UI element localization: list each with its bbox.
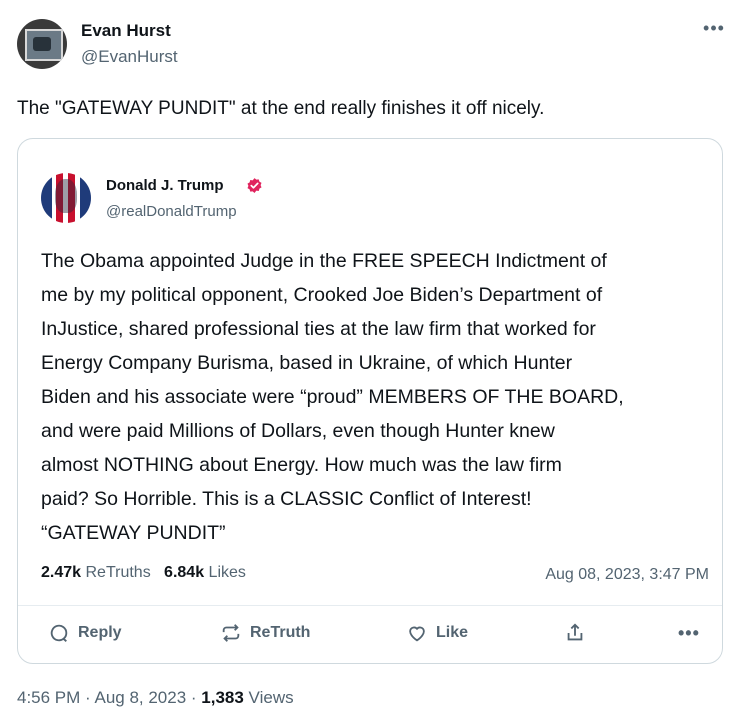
divider — [18, 605, 722, 606]
like-label: Like — [436, 624, 469, 641]
like-button[interactable]: Like — [406, 619, 468, 647]
retruths-count: 2.47k — [41, 564, 82, 581]
author-handle[interactable]: @EvanHurst — [81, 47, 178, 67]
share-button[interactable] — [564, 619, 586, 647]
views-label: Views — [243, 688, 294, 707]
verified-badge-icon — [247, 178, 262, 193]
quoted-author-name: Donald J. Trump — [106, 177, 224, 194]
ellipsis-icon: ••• — [703, 18, 725, 38]
tweet-meta: 4:56 PM · Aug 8, 2023 · 1,383 Views — [17, 688, 294, 708]
reply-bubble-icon — [50, 624, 68, 642]
tweet-timestamp[interactable]: 4:56 PM · Aug 8, 2023 · — [17, 688, 201, 707]
avatar[interactable] — [17, 19, 67, 69]
retruths-label: ReTruths — [85, 564, 151, 581]
quoted-post-body: The Obama appointed Judge in the FREE SP… — [41, 250, 624, 544]
quoted-avatar — [41, 173, 91, 223]
post-date: Aug 08, 2023, 3:47 PM — [545, 566, 709, 583]
quoted-more-button[interactable]: ••• — [678, 619, 700, 647]
quoted-author-handle: @realDonaldTrump — [106, 203, 237, 220]
more-options-button[interactable]: ••• — [700, 14, 728, 42]
likes-count: 6.84k — [164, 564, 205, 581]
ellipsis-icon: ••• — [678, 622, 700, 643]
reply-label: Reply — [78, 624, 122, 641]
likes-label: Likes — [208, 564, 246, 581]
tweet-text: The "GATEWAY PUNDIT" at the end really f… — [17, 98, 545, 119]
retruth-label: ReTruth — [250, 624, 311, 641]
reply-button[interactable]: Reply — [48, 619, 122, 647]
quoted-post-card[interactable]: Donald J. Trump @realDonaldTrump The Oba… — [17, 138, 723, 664]
share-icon — [567, 623, 583, 641]
post-stats: 2.47k ReTruths 6.84k Likes — [41, 564, 246, 582]
views-count: 1,383 — [201, 688, 244, 707]
author-name[interactable]: Evan Hurst — [81, 21, 171, 41]
avatar-photo — [25, 29, 63, 61]
retruth-button[interactable]: ReTruth — [220, 619, 310, 647]
heart-icon — [409, 626, 425, 642]
retruth-icon — [222, 624, 240, 642]
